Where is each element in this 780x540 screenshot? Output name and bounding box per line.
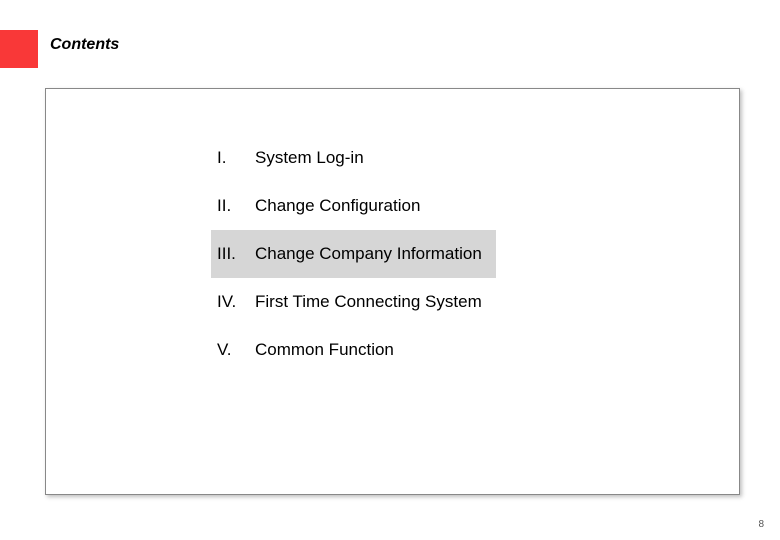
toc-item: IV.First Time Connecting System xyxy=(211,278,496,326)
toc-item: II.Change Configuration xyxy=(211,182,496,230)
toc-item-number: II. xyxy=(217,196,255,216)
page-number: 8 xyxy=(758,519,764,530)
accent-block xyxy=(0,30,38,68)
toc-item-label: First Time Connecting System xyxy=(255,292,482,312)
slide-header: Contents xyxy=(0,0,780,90)
toc-item: I.System Log-in xyxy=(211,134,496,182)
toc-item-number: IV. xyxy=(217,292,255,312)
content-frame: I.System Log-inII.Change ConfigurationII… xyxy=(45,88,740,495)
toc-list: I.System Log-inII.Change ConfigurationII… xyxy=(211,134,496,374)
page-title: Contents xyxy=(50,36,119,54)
toc-item-label: Change Configuration xyxy=(255,196,420,216)
toc-item-label: Common Function xyxy=(255,340,394,360)
toc-item-number: III. xyxy=(217,244,255,264)
toc-item-number: V. xyxy=(217,340,255,360)
toc-item-label: Change Company Information xyxy=(255,244,482,264)
toc-item: III.Change Company Information xyxy=(211,230,496,278)
toc-item-number: I. xyxy=(217,148,255,168)
toc-item: V.Common Function xyxy=(211,326,496,374)
toc-item-label: System Log-in xyxy=(255,148,364,168)
